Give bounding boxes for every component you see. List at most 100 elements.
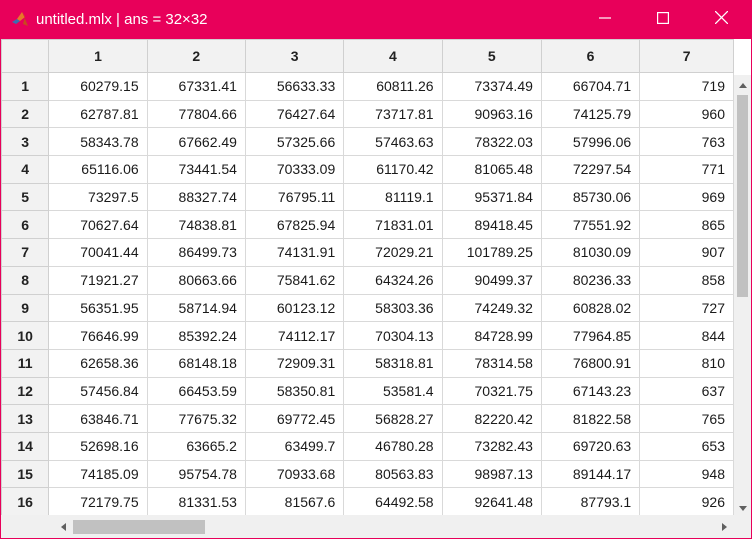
table-cell[interactable]: 57996.06 <box>540 127 641 157</box>
table-cell[interactable]: 74249.32 <box>441 293 542 323</box>
table-cell[interactable]: 84728.99 <box>441 321 542 350</box>
scroll-right-arrow[interactable] <box>714 515 734 538</box>
table-cell[interactable]: 76646.99 <box>48 321 148 350</box>
table-cell[interactable]: 71921.27 <box>48 265 148 295</box>
table-cell[interactable]: 969 <box>639 182 734 212</box>
table-cell[interactable]: 77964.85 <box>540 321 641 350</box>
table-cell[interactable]: 58318.81 <box>343 348 443 378</box>
table-cell[interactable]: 66453.59 <box>146 376 246 406</box>
horizontal-scrollbar[interactable] <box>53 515 734 538</box>
column-header[interactable]: 6 <box>540 39 641 73</box>
minimize-button[interactable] <box>575 1 635 39</box>
table-cell[interactable]: 72029.21 <box>343 238 443 267</box>
table-cell[interactable]: 92641.48 <box>441 487 542 515</box>
table-cell[interactable]: 90963.16 <box>441 99 542 129</box>
table-cell[interactable]: 63846.71 <box>48 404 148 433</box>
table-cell[interactable]: 87793.1 <box>540 487 641 515</box>
table-cell[interactable]: 80563.83 <box>343 459 443 489</box>
table-cell[interactable]: 89418.45 <box>441 210 542 240</box>
close-button[interactable] <box>691 1 751 39</box>
table-cell[interactable]: 53581.4 <box>343 376 443 406</box>
table-cell[interactable]: 95754.78 <box>146 459 246 489</box>
table-cell[interactable]: 80663.66 <box>146 265 246 295</box>
table-cell[interactable]: 72909.31 <box>244 348 345 378</box>
table-cell[interactable]: 56828.27 <box>343 404 443 433</box>
table-cell[interactable]: 727 <box>639 293 734 323</box>
table-cell[interactable]: 75841.62 <box>244 265 345 295</box>
table-cell[interactable]: 70041.44 <box>48 238 148 267</box>
table-cell[interactable]: 67331.41 <box>146 72 246 101</box>
column-header[interactable]: 7 <box>639 39 734 73</box>
table-cell[interactable]: 65116.06 <box>48 155 148 184</box>
table-cell[interactable]: 74131.91 <box>244 238 345 267</box>
table-cell[interactable]: 865 <box>639 210 734 240</box>
table-cell[interactable]: 86499.73 <box>146 238 246 267</box>
table-cell[interactable]: 67143.23 <box>540 376 641 406</box>
table-cell[interactable]: 56633.33 <box>244 72 345 101</box>
scroll-down-arrow[interactable] <box>734 498 751 515</box>
table-cell[interactable]: 78322.03 <box>441 127 542 157</box>
table-cell[interactable]: 77551.92 <box>540 210 641 240</box>
table-cell[interactable]: 765 <box>639 404 734 433</box>
vertical-scrollbar[interactable] <box>734 75 751 515</box>
table-cell[interactable]: 71831.01 <box>343 210 443 240</box>
table-cell[interactable]: 73297.5 <box>48 182 148 212</box>
table-cell[interactable]: 81030.09 <box>540 238 641 267</box>
table-cell[interactable]: 73282.43 <box>441 431 542 461</box>
table-cell[interactable]: 60811.26 <box>343 72 443 101</box>
row-header[interactable]: 14 <box>1 431 50 461</box>
vertical-scroll-thumb[interactable] <box>737 95 748 297</box>
table-cell[interactable]: 61170.42 <box>343 155 443 184</box>
table-cell[interactable]: 73717.81 <box>343 99 443 129</box>
row-header[interactable]: 16 <box>1 487 50 515</box>
table-cell[interactable]: 88327.74 <box>146 182 246 212</box>
table-cell[interactable]: 58350.81 <box>244 376 345 406</box>
row-header[interactable]: 13 <box>1 404 50 433</box>
table-cell[interactable]: 62658.36 <box>48 348 148 378</box>
table-cell[interactable]: 62787.81 <box>48 99 148 129</box>
column-header[interactable]: 4 <box>343 39 443 73</box>
table-cell[interactable]: 637 <box>639 376 734 406</box>
row-header[interactable]: 11 <box>1 348 50 378</box>
table-cell[interactable]: 58343.78 <box>48 127 148 157</box>
table-cell[interactable]: 76795.11 <box>244 182 345 212</box>
table-cell[interactable]: 653 <box>639 431 734 461</box>
table-cell[interactable]: 57456.84 <box>48 376 148 406</box>
table-cell[interactable]: 66704.71 <box>540 72 641 101</box>
table-cell[interactable]: 69772.45 <box>244 404 345 433</box>
row-header[interactable]: 15 <box>1 459 50 489</box>
row-header[interactable]: 2 <box>1 99 50 129</box>
table-cell[interactable]: 73441.54 <box>146 155 246 184</box>
maximize-button[interactable] <box>633 1 693 39</box>
table-cell[interactable]: 67662.49 <box>146 127 246 157</box>
table-cell[interactable]: 82220.42 <box>441 404 542 433</box>
table-cell[interactable]: 76800.91 <box>540 348 641 378</box>
table-cell[interactable]: 74125.79 <box>540 99 641 129</box>
table-cell[interactable]: 52698.16 <box>48 431 148 461</box>
table-cell[interactable]: 81822.58 <box>540 404 641 433</box>
row-header[interactable]: 9 <box>1 293 50 323</box>
row-header[interactable]: 8 <box>1 265 50 295</box>
table-cell[interactable]: 81331.53 <box>146 487 246 515</box>
table-cell[interactable]: 60828.02 <box>540 293 641 323</box>
table-cell[interactable]: 76427.64 <box>244 99 345 129</box>
row-header[interactable]: 3 <box>1 127 50 157</box>
table-cell[interactable]: 70933.68 <box>244 459 345 489</box>
table-cell[interactable]: 85730.06 <box>540 182 641 212</box>
table-cell[interactable]: 72179.75 <box>48 487 148 515</box>
table-cell[interactable]: 98987.13 <box>441 459 542 489</box>
table-cell[interactable]: 763 <box>639 127 734 157</box>
table-cell[interactable]: 77804.66 <box>146 99 246 129</box>
table-cell[interactable]: 81567.6 <box>244 487 345 515</box>
column-header[interactable]: 2 <box>146 39 246 73</box>
table-cell[interactable]: 70304.13 <box>343 321 443 350</box>
table-cell[interactable]: 80236.33 <box>540 265 641 295</box>
table-cell[interactable]: 70627.64 <box>48 210 148 240</box>
table-cell[interactable]: 74838.81 <box>146 210 246 240</box>
data-grid[interactable]: 1234567 1 60279.15 67331.41 56633.33 60811.2… <box>1 39 734 515</box>
table-cell[interactable]: 70333.09 <box>244 155 345 184</box>
row-header[interactable]: 7 <box>1 238 50 267</box>
row-header[interactable]: 10 <box>1 321 50 350</box>
table-cell[interactable]: 78314.58 <box>441 348 542 378</box>
horizontal-scroll-thumb[interactable] <box>73 520 205 534</box>
